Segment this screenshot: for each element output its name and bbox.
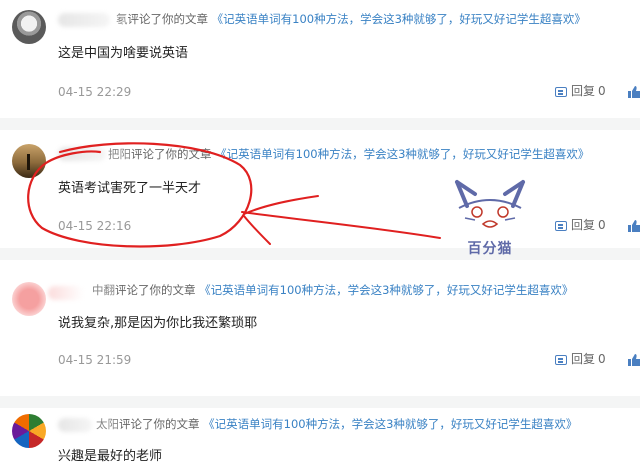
avatar[interactable] [12,144,46,178]
username[interactable]: 把阳 [108,147,131,161]
article-link[interactable]: 《记英语单词有100种方法，学会这3种就够了，好玩又好记学生超喜欢》 [199,283,573,297]
watermark: 百分猫 [445,172,535,262]
username[interactable]: 太阳 [96,417,119,431]
username[interactable]: 氡 [116,12,128,26]
timestamp: 04-15 21:59 [58,353,132,367]
comment-text: 英语考试害死了一半天才 [58,181,202,196]
reply-count: 0 [598,218,606,232]
separator [0,396,640,408]
thumbs-up-icon[interactable] [628,86,640,98]
reply-icon [555,87,567,97]
avatar[interactable] [12,414,46,448]
comment-header: 把阳评论了你的文章 《记英语单词有100种方法，学会这3种就够了，好玩又好记学生… [108,146,589,162]
comment-item: 中翻评论了你的文章 《记英语单词有100种方法，学会这3种就够了，好玩又好记学生… [0,260,640,396]
timestamp: 04-15 22:29 [58,85,132,99]
comment-text: 这是中国为啥要说英语 [58,46,189,61]
watermark-text: 百分猫 [467,241,513,257]
action-text: 评论了你的文章 [119,417,200,431]
reply-label: 回复 [571,218,596,232]
reply-icon [555,355,567,365]
reply-count: 0 [598,352,606,366]
thumbs-up-icon[interactable] [628,354,640,366]
reply-button[interactable]: 回复 0 [555,217,606,233]
article-link[interactable]: 《记英语单词有100种方法，学会这3种就够了，好玩又好记学生超喜欢》 [203,417,577,431]
comment-header: 中翻评论了你的文章 《记英语单词有100种方法，学会这3种就够了，好玩又好记学生… [92,282,573,298]
reply-label: 回复 [571,84,596,98]
avatar[interactable] [12,282,46,316]
username[interactable]: 中翻 [92,283,115,297]
blurred-username [48,286,84,300]
action-text: 评论了你的文章 [131,147,212,161]
blurred-username [58,418,92,432]
timestamp: 04-15 22:16 [58,219,132,233]
silhouette-shape [27,154,30,170]
comment-item: 太阳评论了你的文章 《记英语单词有100种方法，学会这3种就够了，好玩又好记学生… [0,408,640,468]
separator [0,248,640,260]
cat-logo-icon [455,180,525,228]
blurred-username [58,147,106,161]
comment-header: 太阳评论了你的文章 《记英语单词有100种方法，学会这3种就够了，好玩又好记学生… [96,416,577,432]
comment-item: 把阳评论了你的文章 《记英语单词有100种方法，学会这3种就够了，好玩又好记学生… [0,130,640,248]
comment-header: 氡评论了你的文章 《记英语单词有100种方法，学会这3种就够了，好玩又好记学生超… [116,11,586,27]
reply-count: 0 [598,84,606,98]
comment-text: 兴趣是最好的老师 [58,449,163,464]
comment-text: 说我复杂,那是因为你比我还繁琐耶 [58,316,258,331]
separator [0,118,640,130]
blurred-username [58,13,110,27]
thumbs-up-icon[interactable] [628,220,640,232]
action-text: 评论了你的文章 [127,12,209,26]
reply-button[interactable]: 回复 0 [555,351,606,367]
article-link[interactable]: 《记英语单词有100种方法，学会这3种就够了，好玩又好记学生超喜欢》 [212,12,586,26]
reply-label: 回复 [571,352,596,366]
avatar[interactable] [12,10,46,44]
comment-feed: 氡评论了你的文章 《记英语单词有100种方法，学会这3种就够了，好玩又好记学生超… [0,0,640,468]
article-link[interactable]: 《记英语单词有100种方法，学会这3种就够了，好玩又好记学生超喜欢》 [215,147,589,161]
reply-button[interactable]: 回复 0 [555,83,606,99]
action-text: 评论了你的文章 [115,283,196,297]
reply-icon [555,221,567,231]
comment-item: 氡评论了你的文章 《记英语单词有100种方法，学会这3种就够了，好玩又好记学生超… [0,0,640,118]
